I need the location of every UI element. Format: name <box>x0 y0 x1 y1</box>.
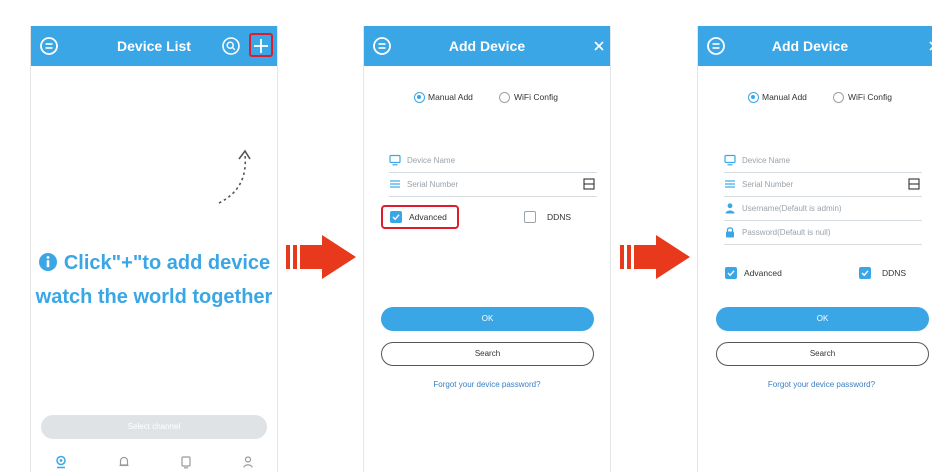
ddns-label: DDNS <box>547 212 572 222</box>
list-icon <box>725 180 735 188</box>
advanced-label: Advanced <box>744 268 782 278</box>
list-icon <box>390 180 400 188</box>
ddns-checkbox[interactable] <box>524 211 536 223</box>
forgot-password-link[interactable]: Forgot your device password? <box>364 380 610 389</box>
bell-tab-icon[interactable] <box>117 455 131 469</box>
serial-number-field[interactable]: Serial Number <box>389 174 597 197</box>
plus-icon[interactable] <box>251 36 271 56</box>
hint-line-2: watch the world together <box>35 286 273 308</box>
device-list-screen: Device List Click"+"to add device watch … <box>30 26 278 472</box>
radio-manual-add-label: Manual Add <box>762 92 807 102</box>
bottom-tab-bar <box>31 452 277 472</box>
info-icon <box>38 253 57 271</box>
password-field[interactable]: Password(Default is null) <box>724 222 922 245</box>
radio-wifi-config-label: WiFi Config <box>848 92 892 102</box>
hint-line-1: Click"+"to add device <box>31 252 277 275</box>
select-channel-button[interactable]: Select channel <box>41 415 267 439</box>
top-bar: Add Device <box>698 26 932 66</box>
close-icon[interactable] <box>924 36 932 56</box>
arrow-right-icon <box>286 235 356 279</box>
serial-number-placeholder: Serial Number <box>407 180 459 189</box>
qr-scan-icon[interactable] <box>583 178 595 190</box>
monitor-icon <box>724 154 736 166</box>
ddns-label: DDNS <box>882 268 907 278</box>
advanced-label: Advanced <box>409 212 447 222</box>
camera-tab-icon[interactable] <box>54 455 68 469</box>
advanced-checkbox[interactable] <box>725 267 737 279</box>
ok-button[interactable]: OK <box>716 307 929 331</box>
ddns-checkbox[interactable] <box>859 267 871 279</box>
radio-wifi-config-label: WiFi Config <box>514 92 558 102</box>
person-tab-icon[interactable] <box>241 455 255 469</box>
username-field[interactable]: Username(Default is admin) <box>724 198 922 221</box>
page-title: Add Device <box>448 38 526 54</box>
radio-manual-add[interactable] <box>748 92 759 103</box>
search-button[interactable]: Search <box>381 342 594 366</box>
add-device-screen: Add Device Manual Add WiFi Config Device… <box>363 26 611 472</box>
advanced-checkbox[interactable] <box>390 211 402 223</box>
serial-number-placeholder: Serial Number <box>742 180 794 189</box>
arrow-right-icon <box>620 235 690 279</box>
search-icon[interactable] <box>221 36 241 56</box>
forgot-password-link[interactable]: Forgot your device password? <box>698 380 932 389</box>
radio-manual-add-label: Manual Add <box>428 92 473 102</box>
device-name-field[interactable]: Device Name <box>724 150 922 173</box>
lock-icon <box>726 227 734 238</box>
monitor-icon <box>389 154 401 166</box>
curved-arrow-hint <box>218 149 251 204</box>
add-device-advanced-screen: Add Device Manual Add WiFi Config Device… <box>697 26 932 472</box>
device-name-placeholder: Device Name <box>407 156 456 165</box>
device-name-placeholder: Device Name <box>742 156 791 165</box>
qr-scan-icon[interactable] <box>908 178 920 190</box>
device-name-field[interactable]: Device Name <box>389 150 597 173</box>
search-button[interactable]: Search <box>716 342 929 366</box>
serial-number-field[interactable]: Serial Number <box>724 174 922 197</box>
password-placeholder: Password(Default is null) <box>742 228 831 237</box>
username-placeholder: Username(Default is admin) <box>742 204 842 213</box>
close-icon[interactable] <box>589 36 609 56</box>
radio-wifi-config[interactable] <box>499 92 510 103</box>
radio-manual-add[interactable] <box>414 92 425 103</box>
hint-text-1: Click"+"to add device <box>63 252 271 274</box>
radio-wifi-config[interactable] <box>833 92 844 103</box>
device-tab-icon[interactable] <box>179 455 193 469</box>
user-icon <box>725 203 735 214</box>
ok-button[interactable]: OK <box>381 307 594 331</box>
top-bar: Device List <box>31 26 277 66</box>
page-title: Add Device <box>771 38 849 54</box>
top-bar: Add Device <box>364 26 610 66</box>
